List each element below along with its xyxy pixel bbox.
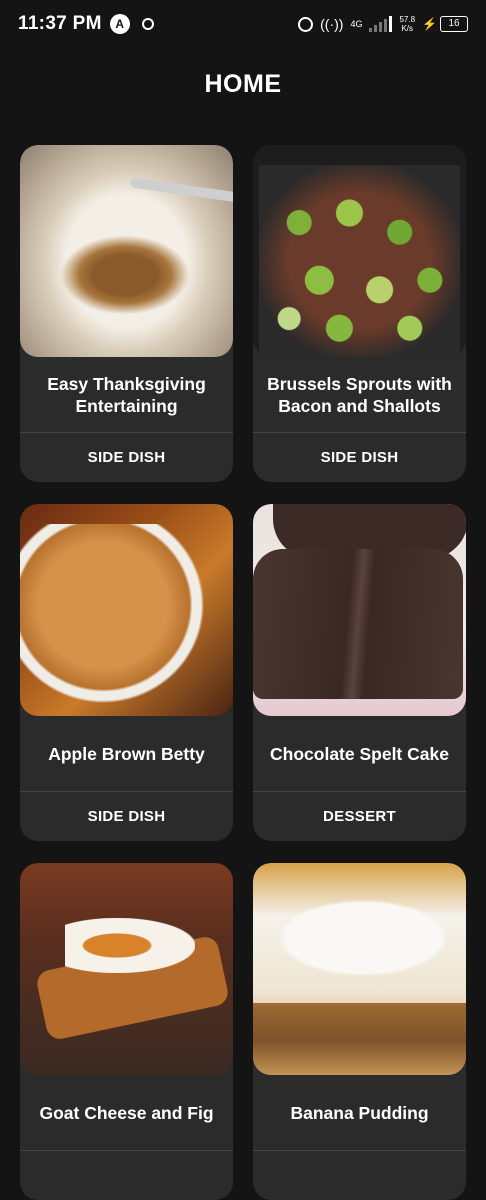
recipe-category <box>20 1151 233 1200</box>
recipe-card[interactable]: Brussels Sprouts with Bacon and Shallots… <box>253 145 466 482</box>
battery-level: 16 <box>440 16 468 32</box>
recipe-category <box>253 1151 466 1200</box>
recipe-photo <box>20 145 233 357</box>
speed-unit: K/s <box>401 24 414 33</box>
sync-icon <box>141 18 154 30</box>
recipe-name: Goat Cheese and Fig <box>20 1075 233 1151</box>
recipe-photo <box>20 863 233 1075</box>
network-speed: 57.8 K/s <box>399 15 415 33</box>
recipe-photo <box>20 504 233 716</box>
recipe-category: SIDE DISH <box>87 449 166 466</box>
recipe-photo <box>253 504 466 716</box>
recipe-category: SIDE DISH <box>320 449 399 466</box>
recipe-category: SIDE DISH <box>87 808 166 825</box>
hotspot-icon: ((·)) <box>320 16 344 32</box>
network-type-label: 4G <box>350 19 363 29</box>
recipe-card[interactable]: Banana Pudding <box>253 863 466 1200</box>
charging-icon: ⚡ <box>422 17 437 31</box>
recipe-name: Chocolate Spelt Cake <box>253 716 466 792</box>
battery-indicator: ⚡ 16 <box>422 16 468 32</box>
recipe-name: Banana Pudding <box>253 1075 466 1151</box>
speed-value: 57.8 <box>399 15 416 24</box>
recipe-name: Brussels Sprouts with Bacon and Shallots <box>253 357 466 433</box>
recipe-grid: Easy Thanksgiving Entertaining SIDE DISH… <box>20 145 466 1200</box>
recipe-card[interactable]: Goat Cheese and Fig <box>20 863 233 1200</box>
page-title: HOME <box>204 70 282 98</box>
recipe-photo <box>253 145 466 357</box>
recipe-card[interactable]: Chocolate Spelt Cake DESSERT <box>253 504 466 841</box>
recipe-name: Apple Brown Betty <box>20 716 233 792</box>
recipe-category: DESSERT <box>323 808 396 825</box>
app-notification-icon: A <box>109 14 130 34</box>
recipe-name: Easy Thanksgiving Entertaining <box>20 357 233 433</box>
recipe-card[interactable]: Easy Thanksgiving Entertaining SIDE DISH <box>20 145 233 482</box>
recipe-photo <box>253 863 466 1075</box>
status-right: ((·)) 4G 57.8 K/s ⚡ 16 <box>298 15 468 33</box>
status-time: 11:37 PM <box>18 13 102 34</box>
alarm-icon <box>298 16 314 32</box>
recipe-card[interactable]: Apple Brown Betty SIDE DISH <box>20 504 233 841</box>
status-bar: 11:37 PM A ((·)) 4G 57.8 K/s ⚡ 16 <box>0 0 486 48</box>
status-left: 11:37 PM A <box>18 13 154 35</box>
signal-icon <box>369 16 393 32</box>
